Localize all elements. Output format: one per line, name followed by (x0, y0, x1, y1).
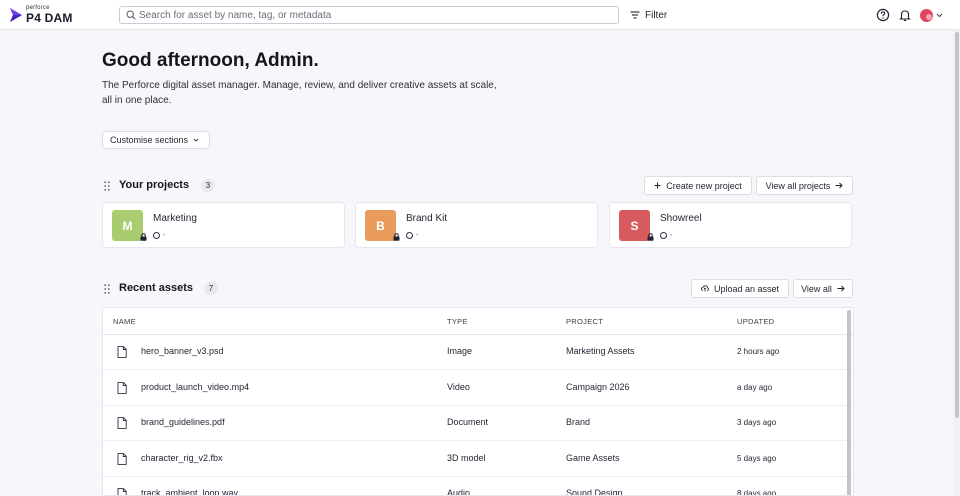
table-row[interactable]: track_ambient_loop.wav Audio Sound Design 8… (103, 477, 853, 496)
project-name: Brand Kit (406, 213, 448, 224)
asset-name[interactable]: track_ambient_loop.wav (141, 488, 238, 495)
asset-updated: 2 hours ago (737, 347, 780, 356)
file-icon (117, 488, 127, 495)
contributor-icon (660, 231, 667, 239)
table-row[interactable]: brand_guidelines.pdf Document Brand 3 days … (103, 406, 853, 441)
projects-section-header: Your projects 3 Create new project View … (102, 176, 854, 196)
filter-button[interactable]: Filter (630, 8, 667, 22)
filter-icon (630, 11, 640, 19)
page-title: Good afternoon, Admin. (102, 50, 319, 71)
column-header-name[interactable]: NAME (113, 317, 136, 326)
file-icon (117, 346, 127, 358)
drag-handle-icon[interactable] (104, 181, 110, 191)
create-project-button[interactable]: Create new project (644, 176, 752, 195)
column-header-updated[interactable]: UPDATED (737, 317, 774, 326)
asset-type: Document (447, 417, 489, 427)
project-card-marketing[interactable]: M Marketing - (102, 202, 345, 248)
file-icon (117, 381, 127, 394)
lock-icon (647, 233, 654, 241)
search-box[interactable] (119, 6, 619, 24)
column-header-project[interactable]: PROJECT (566, 317, 603, 326)
asset-updated: 3 days ago (737, 418, 777, 427)
asset-project[interactable]: Game Assets (566, 453, 620, 463)
projects-title: Your projects (119, 179, 190, 191)
project-meta-value: - (416, 231, 419, 239)
asset-project[interactable]: Brand (566, 417, 590, 427)
table-row[interactable]: product_launch_video.mp4 Video Campaign 20… (103, 371, 853, 406)
user-menu[interactable] (920, 8, 946, 22)
bell-icon[interactable] (898, 8, 912, 22)
project-meta: - (660, 231, 672, 239)
project-name: Showreel (660, 213, 702, 224)
table-scrollbar-thumb[interactable] (847, 310, 851, 495)
asset-project[interactable]: Campaign 2026 (566, 382, 630, 392)
asset-name[interactable]: character_rig_v2.fbx (141, 453, 223, 463)
lock-icon (140, 233, 147, 241)
file-icon (117, 417, 127, 429)
projects-count-badge: 3 (201, 179, 215, 192)
search-input[interactable] (139, 8, 609, 22)
project-name: Marketing (153, 213, 197, 224)
customise-sections-button[interactable]: Customise sections (102, 131, 210, 149)
filter-label: Filter (645, 9, 668, 21)
upload-icon (701, 285, 709, 292)
asset-project[interactable]: Marketing Assets (566, 346, 635, 356)
asset-updated: a day ago (737, 382, 773, 392)
contributor-icon (406, 231, 413, 239)
drag-handle-icon[interactable] (104, 284, 110, 294)
project-meta: - (153, 231, 165, 239)
arrow-right-icon (837, 285, 845, 292)
table-row[interactable]: character_rig_v2.fbx 3D model Game Assets 5… (103, 442, 853, 477)
chevron-down-icon (936, 13, 943, 17)
project-meta-value: - (670, 231, 673, 239)
view-all-assets-button[interactable]: View all (793, 279, 853, 298)
page-scrollbar-thumb[interactable] (955, 32, 959, 418)
asset-name[interactable]: brand_guidelines.pdf (141, 417, 225, 427)
view-all-projects-button[interactable]: View all projects (756, 176, 853, 195)
table-header: NAME TYPE PROJECT UPDATED (103, 308, 853, 335)
project-tile: S (619, 210, 650, 241)
assets-title: Recent assets (119, 282, 193, 294)
asset-type: Image (447, 346, 473, 356)
intro-text: The Perforce digital asset manager. Mana… (102, 80, 497, 106)
create-project-label: Create new project (666, 180, 742, 191)
p4-logo-icon (10, 8, 22, 22)
project-tile: M (112, 210, 143, 241)
table-row[interactable]: hero_banner_v3.psd Image Marketing Assets 2… (103, 335, 853, 370)
asset-updated: 5 days ago (737, 453, 777, 463)
assets-section-header: Recent assets 7 Upload an asset View all (102, 279, 854, 299)
column-header-type[interactable]: TYPE (447, 317, 468, 326)
asset-type: 3D model (447, 452, 486, 463)
brand-name: P4 DAM (26, 11, 73, 25)
avatar (920, 8, 933, 22)
asset-type: Audio (447, 488, 471, 496)
help-icon[interactable] (876, 8, 890, 22)
project-meta: - (406, 231, 418, 239)
assets-count-badge: 7 (204, 282, 218, 295)
top-bar: perforce P4 DAM Filter (0, 0, 960, 30)
asset-name[interactable]: product_launch_video.mp4 (141, 382, 249, 392)
project-tile: B (365, 210, 396, 241)
file-icon (117, 452, 127, 465)
brand-logo[interactable]: perforce P4 DAM (8, 4, 78, 26)
plus-icon (654, 182, 661, 189)
project-card-showreel[interactable]: S Showreel - (609, 202, 852, 248)
upload-asset-button[interactable]: Upload an asset (691, 279, 789, 298)
asset-name[interactable]: hero_banner_v3.psd (141, 346, 224, 356)
recent-assets-table: NAME TYPE PROJECT UPDATED hero_banner_v3… (102, 307, 854, 496)
upload-asset-label: Upload an asset (713, 283, 780, 294)
arrow-right-icon (835, 182, 844, 189)
project-meta-value: - (163, 231, 166, 239)
view-all-projects-label: View all projects (765, 180, 831, 191)
search-icon (126, 10, 136, 20)
contributor-icon (153, 231, 160, 239)
customise-label: Customise sections (110, 135, 189, 145)
project-card-brand-kit[interactable]: B Brand Kit - (355, 202, 598, 248)
view-all-assets-label: View all (801, 283, 832, 294)
asset-project[interactable]: Sound Design (566, 488, 623, 495)
asset-updated: 8 days ago (737, 489, 777, 496)
chevron-down-icon (193, 138, 199, 142)
asset-type: Video (447, 381, 470, 392)
lock-icon (393, 233, 400, 241)
